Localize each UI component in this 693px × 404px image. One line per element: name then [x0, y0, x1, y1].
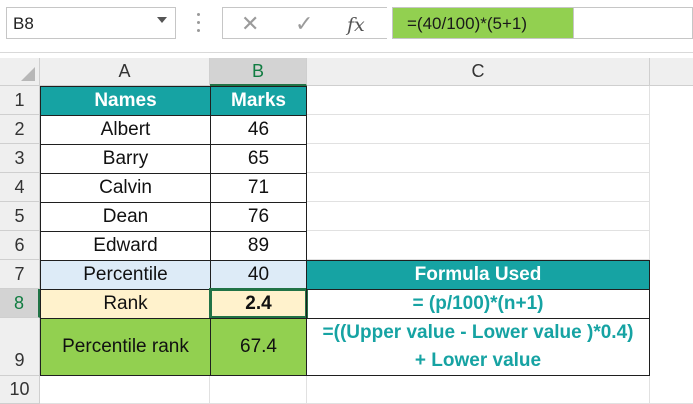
row-header-3[interactable]: 3: [0, 144, 40, 173]
cell-name[interactable]: Dean: [40, 202, 211, 232]
row-header-4[interactable]: 4: [0, 173, 40, 202]
column-header-a[interactable]: A: [40, 58, 210, 86]
cell-mark[interactable]: 76: [210, 202, 307, 232]
percentile-rank-label[interactable]: Percentile rank: [40, 318, 211, 376]
formula-text: =(40/100)*(5+1): [407, 14, 528, 33]
cell-c3[interactable]: [307, 144, 650, 173]
header-marks[interactable]: Marks: [210, 86, 307, 116]
formula-input-extension[interactable]: [574, 7, 693, 39]
row-header-10[interactable]: 10: [0, 376, 40, 404]
formula-input[interactable]: =(40/100)*(5+1): [392, 7, 574, 39]
formula-buttons: ✕ ✓ fx: [222, 7, 387, 39]
percentile-label[interactable]: Percentile: [40, 260, 211, 290]
cell-name[interactable]: Barry: [40, 144, 211, 174]
chevron-down-icon[interactable]: [157, 17, 167, 23]
column-header-c[interactable]: C: [307, 58, 650, 86]
divider: [0, 52, 693, 53]
name-box[interactable]: B8: [6, 7, 176, 39]
row-header-2[interactable]: 2: [0, 115, 40, 144]
cell-mark[interactable]: 46: [210, 115, 307, 145]
name-box-value: B8: [13, 14, 34, 33]
cell-b10[interactable]: [210, 376, 307, 404]
rank-value-selected-cell[interactable]: 2.4: [209, 288, 308, 319]
rank-label[interactable]: Rank: [40, 289, 211, 319]
close-icon[interactable]: ✕: [241, 12, 259, 36]
cell-c6[interactable]: [307, 231, 650, 260]
column-d-cells[interactable]: [650, 86, 693, 404]
row-header-1[interactable]: 1: [0, 86, 40, 115]
cell-name[interactable]: Albert: [40, 115, 211, 145]
cell-c4[interactable]: [307, 173, 650, 202]
cell-c2[interactable]: [307, 115, 650, 144]
formula-bar: B8 ✕ ✓ fx =(40/100)*(5+1): [0, 0, 693, 54]
row-header-6[interactable]: 6: [0, 231, 40, 260]
cell-mark[interactable]: 89: [210, 231, 307, 261]
column-header-d[interactable]: [650, 58, 693, 86]
cell-c10[interactable]: [307, 376, 650, 404]
cell-c1[interactable]: [307, 86, 650, 115]
cell-c5[interactable]: [307, 202, 650, 231]
check-icon[interactable]: ✓: [295, 12, 313, 36]
percentile-rank-value[interactable]: 67.4: [210, 318, 307, 376]
row-header-5[interactable]: 5: [0, 202, 40, 231]
column-header-b[interactable]: B: [210, 58, 307, 86]
formula-used-header[interactable]: Formula Used: [306, 260, 650, 290]
function-icon[interactable]: fx: [347, 13, 365, 37]
drag-handle-icon[interactable]: [196, 13, 202, 33]
cell-a10[interactable]: [40, 376, 210, 404]
cell-mark[interactable]: 65: [210, 144, 307, 174]
row-header-7[interactable]: 7: [0, 260, 40, 289]
header-names[interactable]: Names: [40, 86, 211, 116]
percentile-rank-formula[interactable]: =((Upper value - Lower value )*0.4) + Lo…: [306, 318, 650, 376]
formula-line-2: + Lower value: [414, 350, 542, 371]
row-header-8[interactable]: 8: [0, 289, 40, 318]
row-header-9[interactable]: 9: [0, 318, 40, 376]
cell-name[interactable]: Edward: [40, 231, 211, 261]
percentile-value[interactable]: 40: [210, 260, 307, 290]
cell-mark[interactable]: 71: [210, 173, 307, 203]
cell-name[interactable]: Calvin: [40, 173, 211, 203]
rank-formula[interactable]: = (p/100)*(n+1): [306, 289, 650, 319]
formula-line-1: =((Upper value - Lower value )*0.4): [322, 322, 634, 344]
select-all-button[interactable]: [0, 58, 40, 86]
